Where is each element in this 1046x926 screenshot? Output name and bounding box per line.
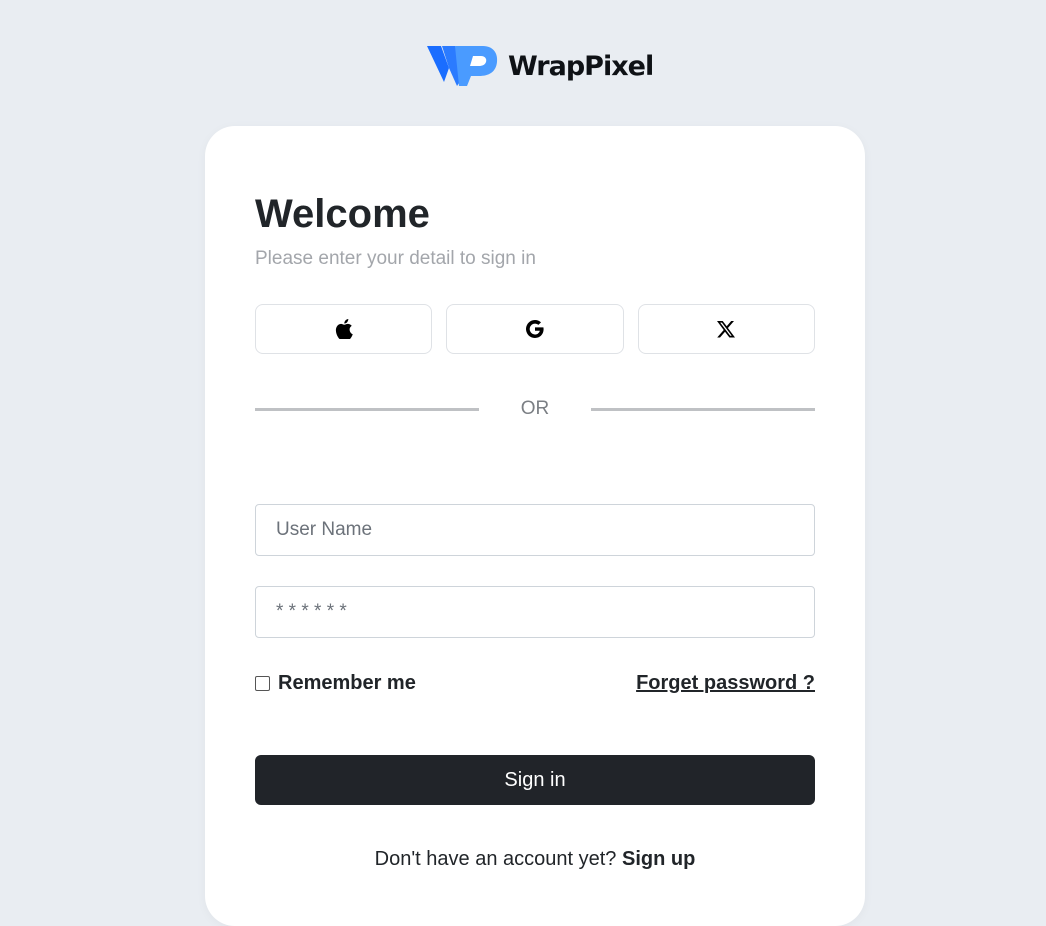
- brand-name: WrapPixel: [508, 50, 654, 82]
- signup-prompt-text: Don't have an account yet?: [374, 848, 617, 870]
- google-icon: [525, 320, 544, 338]
- google-login-button[interactable]: [446, 304, 624, 354]
- x-login-button[interactable]: [637, 304, 815, 354]
- page-subtitle: Please enter your detail to sign in: [255, 248, 536, 269]
- apple-login-button[interactable]: [255, 304, 433, 354]
- sign-in-button[interactable]: Sign in: [255, 755, 815, 805]
- remember-me[interactable]: Remember me: [255, 672, 416, 695]
- apple-icon: [335, 319, 353, 339]
- divider-label: OR: [520, 398, 550, 419]
- divider-line-left: [255, 407, 479, 411]
- username-input[interactable]: [255, 504, 815, 556]
- page-title: Welcome: [255, 192, 430, 236]
- social-login-row: [255, 304, 815, 354]
- or-divider: OR: [255, 398, 815, 420]
- remember-me-label: Remember me: [278, 672, 416, 694]
- password-input[interactable]: [255, 586, 815, 638]
- login-card: Welcome Please enter your detail to sign…: [205, 126, 865, 926]
- remember-me-checkbox[interactable]: [255, 676, 270, 691]
- forgot-password-link[interactable]: Forget password ?: [636, 672, 815, 695]
- sign-up-link[interactable]: Sign up: [622, 848, 695, 870]
- wrappixel-logo-icon: [427, 46, 498, 86]
- brand-logo[interactable]: WrapPixel: [427, 44, 654, 88]
- x-icon: [717, 320, 736, 337]
- divider-line-right: [591, 407, 815, 411]
- signup-prompt: Don't have an account yet? Sign up: [205, 848, 865, 871]
- form-options: Remember me Forget password ?: [255, 672, 815, 698]
